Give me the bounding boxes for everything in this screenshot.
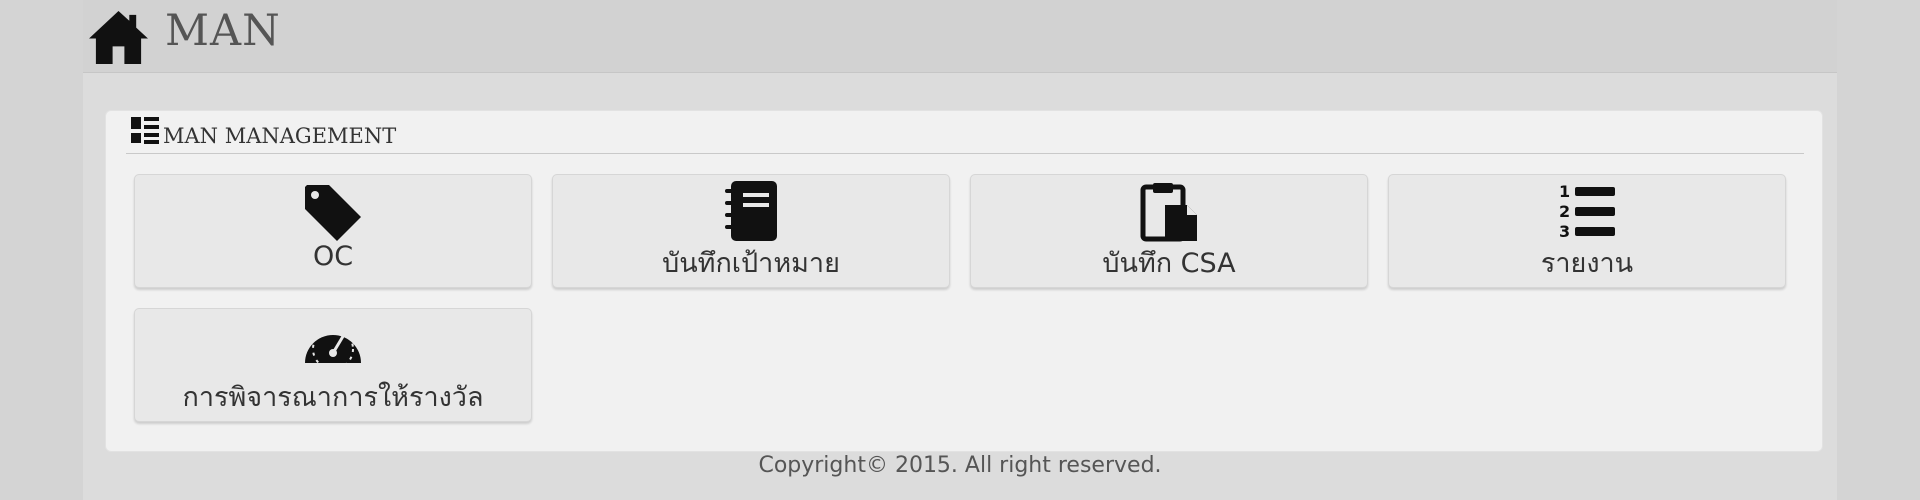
speedometer-icon [305, 328, 361, 370]
panel-header: MAN MANAGEMENT [126, 111, 1804, 154]
home-icon[interactable] [87, 9, 150, 66]
tile-report[interactable]: 1 2 3 รายงาน [1388, 174, 1786, 288]
app-title: MAN [165, 6, 281, 56]
panel-title: MAN MANAGEMENT [163, 124, 397, 148]
tag-icon [305, 185, 361, 241]
svg-text:3: 3 [1559, 222, 1570, 241]
svg-text:1: 1 [1559, 182, 1570, 201]
svg-text:2: 2 [1559, 202, 1570, 221]
list-layout-icon [131, 117, 159, 144]
tile-oc[interactable]: OC [134, 174, 532, 288]
clipboard-icon [1140, 183, 1197, 242]
page-container: MAN MAN MANAGEMENT OC บันทึกเป้าหมาย บัน… [83, 0, 1837, 500]
tile-label: การพิจารณาการให้รางวัล [182, 382, 484, 413]
tile-label: บันทึก CSA [1102, 248, 1236, 279]
tile-label: OC [312, 241, 354, 272]
notebook-icon [725, 181, 777, 241]
top-bar: MAN [83, 0, 1837, 73]
management-panel: MAN MANAGEMENT OC บันทึกเป้าหมาย บันทึก … [105, 110, 1823, 452]
footer-copyright: Copyright© 2015. All right reserved. [758, 453, 1162, 478]
tile-label: รายงาน [1540, 248, 1634, 279]
tile-label: บันทึกเป้าหมาย [662, 248, 840, 279]
tile-target-record[interactable]: บันทึกเป้าหมาย [552, 174, 950, 288]
tile-reward-consideration[interactable]: การพิจารณาการให้รางวัล [134, 308, 532, 422]
tile-csa-record[interactable]: บันทึก CSA [970, 174, 1368, 288]
numbered-list-icon: 1 2 3 [1559, 182, 1615, 241]
